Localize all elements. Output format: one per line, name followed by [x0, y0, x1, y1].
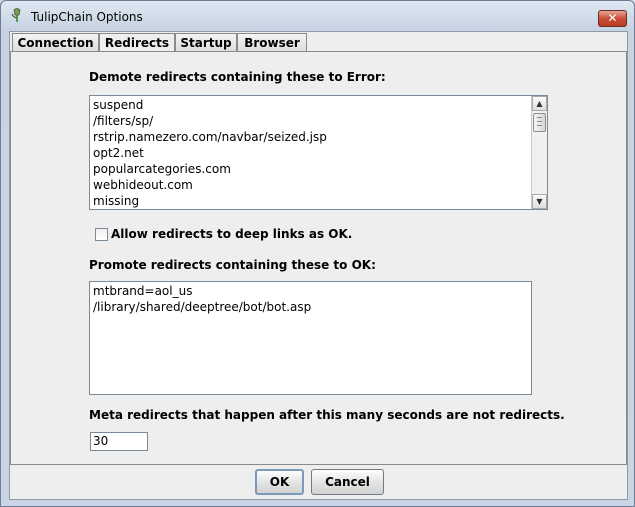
list-item[interactable]: mtbrand=aol_us — [90, 283, 530, 299]
close-button[interactable]: ✕ — [598, 10, 627, 27]
meta-seconds-input[interactable]: 30 — [90, 432, 148, 451]
options-window: TulipChain Options ✕ Connection Redirect… — [0, 0, 635, 507]
tab-redirects[interactable]: Redirects — [99, 33, 175, 53]
scroll-down-icon[interactable]: ▼ — [532, 194, 547, 209]
list-item[interactable]: suspend — [90, 97, 530, 113]
list-item[interactable]: opt2.net — [90, 145, 530, 161]
window-title: TulipChain Options — [31, 10, 143, 24]
title-bar[interactable]: TulipChain Options ✕ — [1, 1, 634, 31]
tab-startup[interactable]: Startup — [175, 33, 237, 52]
scroll-up-icon[interactable]: ▲ — [532, 96, 547, 111]
tab-browser[interactable]: Browser — [237, 33, 307, 52]
close-icon: ✕ — [607, 11, 618, 25]
list-item[interactable]: missing — [90, 193, 530, 209]
list-item[interactable]: /filters/sp/ — [90, 113, 530, 129]
tulip-icon — [11, 8, 21, 22]
promote-label: Promote redirects containing these to OK… — [89, 258, 376, 272]
demote-list[interactable]: suspend /filters/sp/ rstrip.namezero.com… — [89, 95, 548, 210]
list-item[interactable]: /library/shared/deeptree/bot/bot.asp — [90, 299, 530, 315]
tab-connection[interactable]: Connection — [12, 33, 99, 52]
demote-label: Demote redirects containing these to Err… — [89, 70, 386, 84]
deep-links-checkbox[interactable] — [95, 228, 108, 241]
deep-links-label[interactable]: Allow redirects to deep links as OK. — [111, 227, 352, 241]
meta-redirect-label: Meta redirects that happen after this ma… — [89, 408, 565, 422]
scrollbar-thumb[interactable] — [533, 113, 546, 132]
list-item[interactable]: webhideout.com — [90, 177, 530, 193]
promote-list[interactable]: mtbrand=aol_us /library/shared/deeptree/… — [89, 281, 532, 395]
vertical-scrollbar[interactable]: ▲ ▼ — [531, 96, 547, 209]
list-item[interactable]: popularcategories.com — [90, 161, 530, 177]
cancel-button[interactable]: Cancel — [311, 469, 384, 495]
redirects-panel: Demote redirects containing these to Err… — [10, 51, 627, 465]
dialog-client-area: Connection Redirects Startup Browser Dem… — [9, 31, 628, 500]
ok-button[interactable]: OK — [255, 469, 304, 495]
list-item[interactable]: rstrip.namezero.com/navbar/seized.jsp — [90, 129, 530, 145]
